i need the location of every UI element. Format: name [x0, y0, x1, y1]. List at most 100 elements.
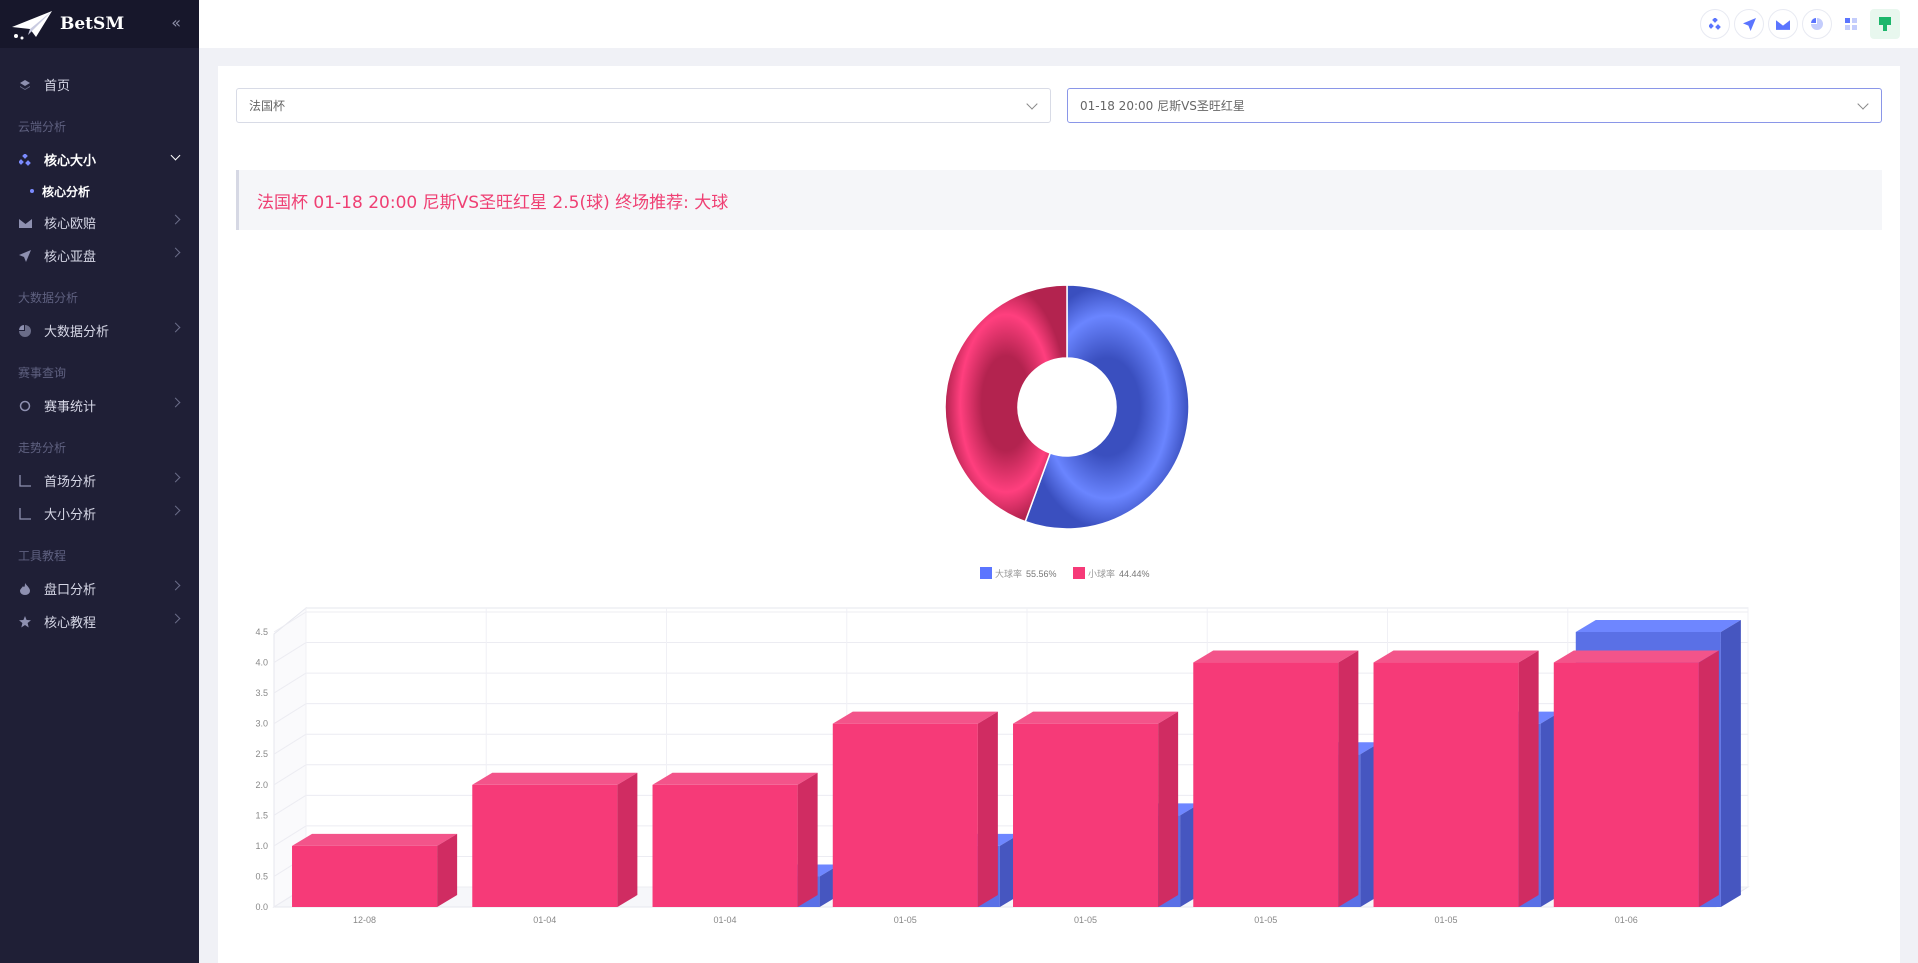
- chevron-right-icon: [170, 505, 181, 516]
- nav-group-title: 走势分析: [18, 441, 67, 455]
- line-chart-icon: [18, 507, 32, 521]
- paper-plane-icon: [18, 249, 32, 263]
- bar-series-front-top: [1013, 711, 1179, 724]
- charts-canvas: 大球率 55.56% 小球率 44.44% 0.0 0.5 1.0 1.5 2.0 2.5 3.0…: [255, 284, 1750, 925]
- collapse-sidebar-icon[interactable]: «: [171, 13, 181, 32]
- x-tick-label: 01-05: [894, 915, 917, 925]
- chevron-down-icon: [170, 150, 181, 161]
- user-avatar-icon[interactable]: [1870, 9, 1900, 39]
- x-tick-label: 01-06: [1615, 915, 1638, 925]
- sidebar-item-label: 核心大小: [44, 154, 97, 169]
- y-tick-label: 3.5: [255, 688, 268, 698]
- sidebar-item-big-data[interactable]: 大数据分析: [0, 314, 199, 347]
- grid-icon[interactable]: [1836, 9, 1866, 39]
- dots-icon: [18, 153, 32, 167]
- envelope-icon: [18, 216, 32, 230]
- circle-icon: [18, 399, 32, 413]
- bar-series-front: [1553, 662, 1699, 907]
- sidebar-item-label: 首页: [44, 79, 71, 94]
- star-icon: [18, 615, 32, 629]
- bar-series-front-side: [617, 772, 638, 907]
- bar-series-front-side: [1338, 650, 1359, 907]
- bar-series-front: [292, 845, 438, 907]
- pie-icon: [18, 324, 32, 338]
- sidebar-item-size-analysis[interactable]: 大小分析: [0, 497, 199, 530]
- x-tick-label: 01-05: [1254, 915, 1277, 925]
- bar-chart-3d: 0.0 0.5 1.0 1.5 2.0 2.5 3.0 3.5 4.0 4.5 12-08 01-04…: [255, 606, 1750, 925]
- bar-series-front-side: [1698, 650, 1719, 907]
- bar-series-front-side: [1518, 650, 1539, 907]
- nav-group-title: 赛事查询: [18, 366, 67, 380]
- nav-group-title: 云端分析: [18, 120, 67, 134]
- sidebar-item-home[interactable]: 首页: [0, 68, 199, 101]
- y-tick-label: 4.0: [255, 658, 268, 668]
- sidebar-item-core-asian-handicap[interactable]: 核心亚盘: [0, 239, 199, 272]
- legend-value: 44.44%: [1119, 569, 1150, 579]
- sidebar-item-label: 大小分析: [44, 508, 97, 523]
- top-icon-group: [1700, 9, 1900, 39]
- y-tick-label: 2.5: [255, 749, 268, 759]
- dots-icon[interactable]: [1700, 9, 1730, 39]
- bar-series-front-side: [437, 833, 458, 907]
- sidebar-item-first-match-analysis[interactable]: 首场分析: [0, 464, 199, 497]
- sidebar-item-handicap-analysis[interactable]: 盘口分析: [0, 572, 199, 605]
- legend-label: 小球率: [1088, 568, 1115, 579]
- sidebar-item-label: 赛事统计: [44, 400, 97, 415]
- bar-series-front: [832, 723, 978, 907]
- bar-series-front-top: [1193, 650, 1359, 663]
- nav-group-title: 大数据分析: [18, 291, 79, 305]
- brand-name: BetSM: [60, 14, 125, 34]
- sidebar-item-core-euro-odds[interactable]: 核心欧赔: [0, 206, 199, 239]
- sidebar-item-label: 核心教程: [44, 616, 97, 631]
- x-tick-label: 01-04: [533, 915, 556, 925]
- y-tick-label: 2.0: [255, 780, 268, 790]
- paper-plane-icon[interactable]: [1734, 9, 1764, 39]
- top-bar: [199, 0, 1918, 48]
- chevron-right-icon: [170, 580, 181, 591]
- paper-plane-logo-icon: [12, 11, 52, 40]
- envelope-icon[interactable]: [1768, 9, 1798, 39]
- flame-icon: [18, 582, 32, 596]
- sidebar-item-label: 核心欧赔: [44, 217, 97, 232]
- bar-series-front-top: [832, 711, 998, 724]
- y-tick-label: 0.0: [255, 902, 268, 912]
- sidebar-nav: 首页 云端分析 核心大小 核心分析 核心欧赔 核心亚盘 大数据分析 大数据分析 …: [0, 48, 199, 638]
- chevron-right-icon: [170, 322, 181, 333]
- brand-bar: BetSM «: [0, 0, 199, 48]
- sidebar-item-core-tutorial[interactable]: 核心教程: [0, 605, 199, 638]
- bar-series-front: [1013, 723, 1159, 907]
- bar-series-front-side: [1158, 711, 1179, 907]
- bar-series-front: [1373, 662, 1519, 907]
- bar-series-front-top: [472, 772, 638, 785]
- y-tick-label: 4.5: [255, 627, 268, 637]
- bar-series-front: [472, 784, 618, 907]
- layers-icon: [18, 78, 32, 92]
- bar-series-front: [652, 784, 798, 907]
- sidebar-subitem-core-analysis[interactable]: 核心分析: [0, 176, 199, 206]
- y-tick-label: 1.5: [255, 810, 268, 820]
- bar-series-front-top: [1373, 650, 1539, 663]
- y-tick-label: 3.0: [255, 719, 268, 729]
- y-tick-label: 1.0: [255, 841, 268, 851]
- chevron-right-icon: [170, 397, 181, 408]
- sidebar-item-label: 核心亚盘: [44, 250, 97, 265]
- bar-series-back-side: [1720, 620, 1741, 907]
- sidebar-item-label: 盘口分析: [44, 583, 97, 598]
- bar-series-back-top: [1575, 620, 1741, 632]
- bar-series-front-side: [977, 711, 998, 907]
- sidebar-item-core-size[interactable]: 核心大小: [0, 143, 199, 176]
- sidebar-subitem-label: 核心分析: [42, 184, 91, 199]
- chevron-right-icon: [170, 472, 181, 483]
- bar-series-front-top: [292, 833, 458, 846]
- legend-swatch: [1073, 567, 1085, 579]
- x-tick-label: 01-05: [1074, 915, 1097, 925]
- line-chart-icon: [18, 474, 32, 488]
- x-tick-label: 12-08: [353, 915, 376, 925]
- x-tick-label: 01-05: [1435, 915, 1458, 925]
- sidebar-item-match-stats[interactable]: 赛事统计: [0, 389, 199, 422]
- bullet-dot-icon: [30, 189, 34, 193]
- bar-series-front-top: [1553, 650, 1719, 663]
- sidebar-item-label: 首场分析: [44, 475, 97, 490]
- main-content: 法国杯 01-18 20:00 尼斯VS圣旺红星 法国杯 01-18 20:00…: [218, 66, 1900, 963]
- pie-icon[interactable]: [1802, 9, 1832, 39]
